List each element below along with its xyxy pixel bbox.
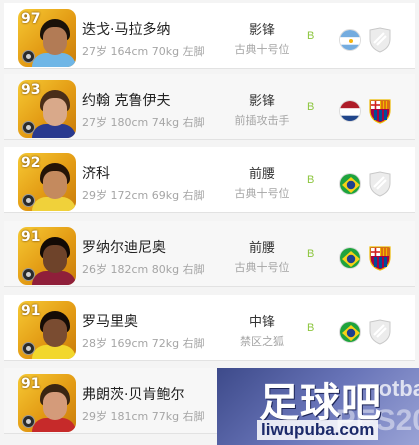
player-position: 中锋 xyxy=(248,315,275,330)
card-type-badge-icon xyxy=(22,268,35,281)
card-type-badge-icon xyxy=(22,50,35,63)
player-card-image: 91 xyxy=(18,227,76,285)
player-row[interactable]: 92 济科 29岁 172cm 69kg 右脚 前腰古典十号位 B xyxy=(4,147,415,213)
player-name: 迭戈·马拉多纳 xyxy=(82,22,171,38)
player-card-image: 91 xyxy=(18,374,76,432)
player-details: 29岁 181cm 77kg 右脚 xyxy=(82,410,205,423)
player-details: 27岁 180cm 74kg 右脚 xyxy=(82,116,205,129)
barcelona-crest-icon xyxy=(368,245,392,271)
netherlands-flag-icon xyxy=(339,100,361,122)
player-card-image: 93 xyxy=(18,80,76,138)
player-playstyle: 古典十号位 xyxy=(234,187,290,200)
player-name: 约翰 克鲁伊夫 xyxy=(82,93,171,109)
player-name: 济科 xyxy=(82,166,110,182)
player-playstyle: 古典十号位 xyxy=(234,43,290,56)
watermark-url: liwupuba.com xyxy=(257,420,379,440)
player-condition-grade: B xyxy=(307,322,315,334)
player-name: 罗马里奥 xyxy=(82,314,138,330)
brazil-flag-icon xyxy=(339,321,361,343)
player-position: 前腰 xyxy=(248,241,275,256)
barcelona-crest-icon xyxy=(368,98,392,124)
player-rating: 91 xyxy=(21,229,41,245)
player-rating: 92 xyxy=(21,155,41,171)
player-position: 影锋 xyxy=(248,23,275,38)
player-position: 前腰 xyxy=(248,167,275,182)
player-details: 28岁 169cm 72kg 右脚 xyxy=(82,337,205,350)
card-type-badge-icon xyxy=(22,121,35,134)
player-condition-grade: B xyxy=(307,101,315,113)
player-row[interactable]: 91 罗马里奥 28岁 169cm 72kg 右脚 中锋禁区之狐 B xyxy=(4,295,415,361)
player-playstyle: 禁区之狐 xyxy=(240,335,284,348)
player-card-image: 97 xyxy=(18,9,76,67)
watermark-english-text: otba xyxy=(378,376,419,401)
generic-club-shield-icon xyxy=(368,319,392,345)
generic-club-shield-icon xyxy=(368,171,392,197)
player-rating: 97 xyxy=(21,11,41,27)
player-card-image: 91 xyxy=(18,301,76,359)
generic-club-shield-icon xyxy=(368,27,392,53)
player-playstyle: 前插攻击手 xyxy=(234,114,290,127)
argentina-flag-icon xyxy=(339,29,361,51)
brazil-flag-icon xyxy=(339,247,361,269)
card-type-badge-icon xyxy=(22,415,35,428)
player-name: 罗纳尔迪尼奥 xyxy=(82,240,166,256)
player-rating: 91 xyxy=(21,376,41,392)
player-rating: 91 xyxy=(21,303,41,319)
player-playstyle: 古典十号位 xyxy=(234,261,290,274)
player-details: 26岁 182cm 80kg 右脚 xyxy=(82,263,205,276)
player-condition-grade: B xyxy=(307,30,315,42)
player-row[interactable]: 91 罗纳尔迪尼奥 26岁 182cm 80kg 右脚 前腰古典十号位 B xyxy=(4,221,415,287)
player-position: 影锋 xyxy=(248,94,275,109)
player-condition-grade: B xyxy=(307,248,315,260)
site-watermark: otba PES20 足球吧 liwupuba.com xyxy=(217,368,419,445)
card-type-badge-icon xyxy=(22,342,35,355)
player-condition-grade: B xyxy=(307,174,315,186)
card-type-badge-icon xyxy=(22,194,35,207)
player-row[interactable]: 93 约翰 克鲁伊夫 27岁 180cm 74kg 右脚 影锋前插攻击手 B xyxy=(4,74,415,140)
brazil-flag-icon xyxy=(339,173,361,195)
player-row[interactable]: 97 迭戈·马拉多纳 27岁 164cm 70kg 左脚 影锋古典十号位 B xyxy=(4,3,415,69)
player-details: 27岁 164cm 70kg 左脚 xyxy=(82,45,205,58)
player-card-image: 92 xyxy=(18,153,76,211)
player-details: 29岁 172cm 69kg 右脚 xyxy=(82,189,205,202)
player-name: 弗朗茨·贝肯鲍尔 xyxy=(82,387,185,403)
player-rating: 93 xyxy=(21,82,41,98)
